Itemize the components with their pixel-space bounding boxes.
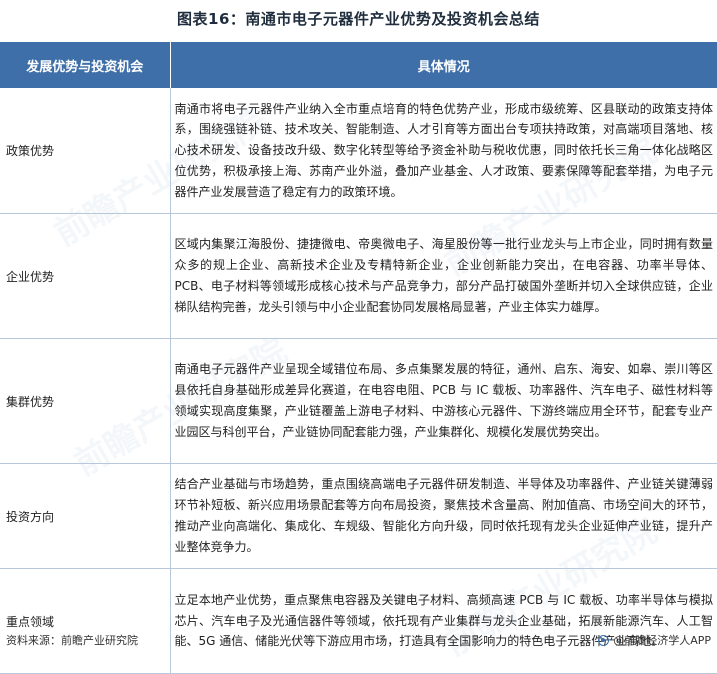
table-row: 集群优势 南通电子元器件产业呈现全域错位布局、多点集聚发展的特征，通州、启东、海…: [0, 338, 717, 464]
row-text: 结合产业基础与市场趋势，重点围绕高端电子元器件研发制造、半导体及功率器件、产业链…: [170, 463, 717, 569]
footer: 资料来源：前瞻产业研究院 @前瞻经济学人APP: [0, 632, 717, 652]
row-label: 投资方向: [0, 463, 171, 569]
row-text: 南通市将电子元器件产业纳入全市重点培育的特色优势产业，形成市级统筹、区县联动的政…: [170, 88, 717, 214]
source-note: 资料来源：前瞻产业研究院: [6, 634, 138, 647]
row-text: 区域内集聚江海股份、捷捷微电、帝奥微电子、海星股份等一批行业龙头与上市企业，同时…: [170, 213, 717, 339]
row-label: 政策优势: [0, 88, 171, 214]
column-header-category: 发展优势与投资机会: [0, 42, 171, 88]
row-label: 企业优势: [0, 213, 171, 339]
summary-table: 发展优势与投资机会 具体情况 政策优势 南通市将电子元器件产业纳入全市重点培育的…: [0, 42, 717, 674]
brand-text: @前瞻经济学人APP: [613, 634, 711, 647]
brand-logo-icon: [598, 634, 610, 646]
table-row: 投资方向 结合产业基础与市场趋势，重点围绕高端电子元器件研发制造、半导体及功率器…: [0, 463, 717, 569]
column-header-details: 具体情况: [170, 42, 717, 88]
page-title: 图表16：南通市电子元器件产业优势及投资机会总结: [177, 10, 540, 28]
table-row: 政策优势 南通市将电子元器件产业纳入全市重点培育的特色优势产业，形成市级统筹、区…: [0, 88, 717, 214]
table-header-row: 发展优势与投资机会 具体情况: [0, 42, 717, 88]
row-text: 立足本地产业优势，重点聚焦电容器及关键电子材料、高频高速 PCB 与 IC 载板…: [170, 568, 717, 674]
table-row: 重点领域 立足本地产业优势，重点聚焦电容器及关键电子材料、高频高速 PCB 与 …: [0, 568, 717, 674]
row-label: 重点领域: [0, 568, 171, 674]
table-row: 企业优势 区域内集聚江海股份、捷捷微电、帝奥微电子、海星股份等一批行业龙头与上市…: [0, 213, 717, 339]
brand-credit: @前瞻经济学人APP: [598, 632, 711, 648]
row-label: 集群优势: [0, 338, 171, 464]
row-text: 南通电子元器件产业呈现全域错位布局、多点集聚发展的特征，通州、启东、海安、如皋、…: [170, 338, 717, 464]
